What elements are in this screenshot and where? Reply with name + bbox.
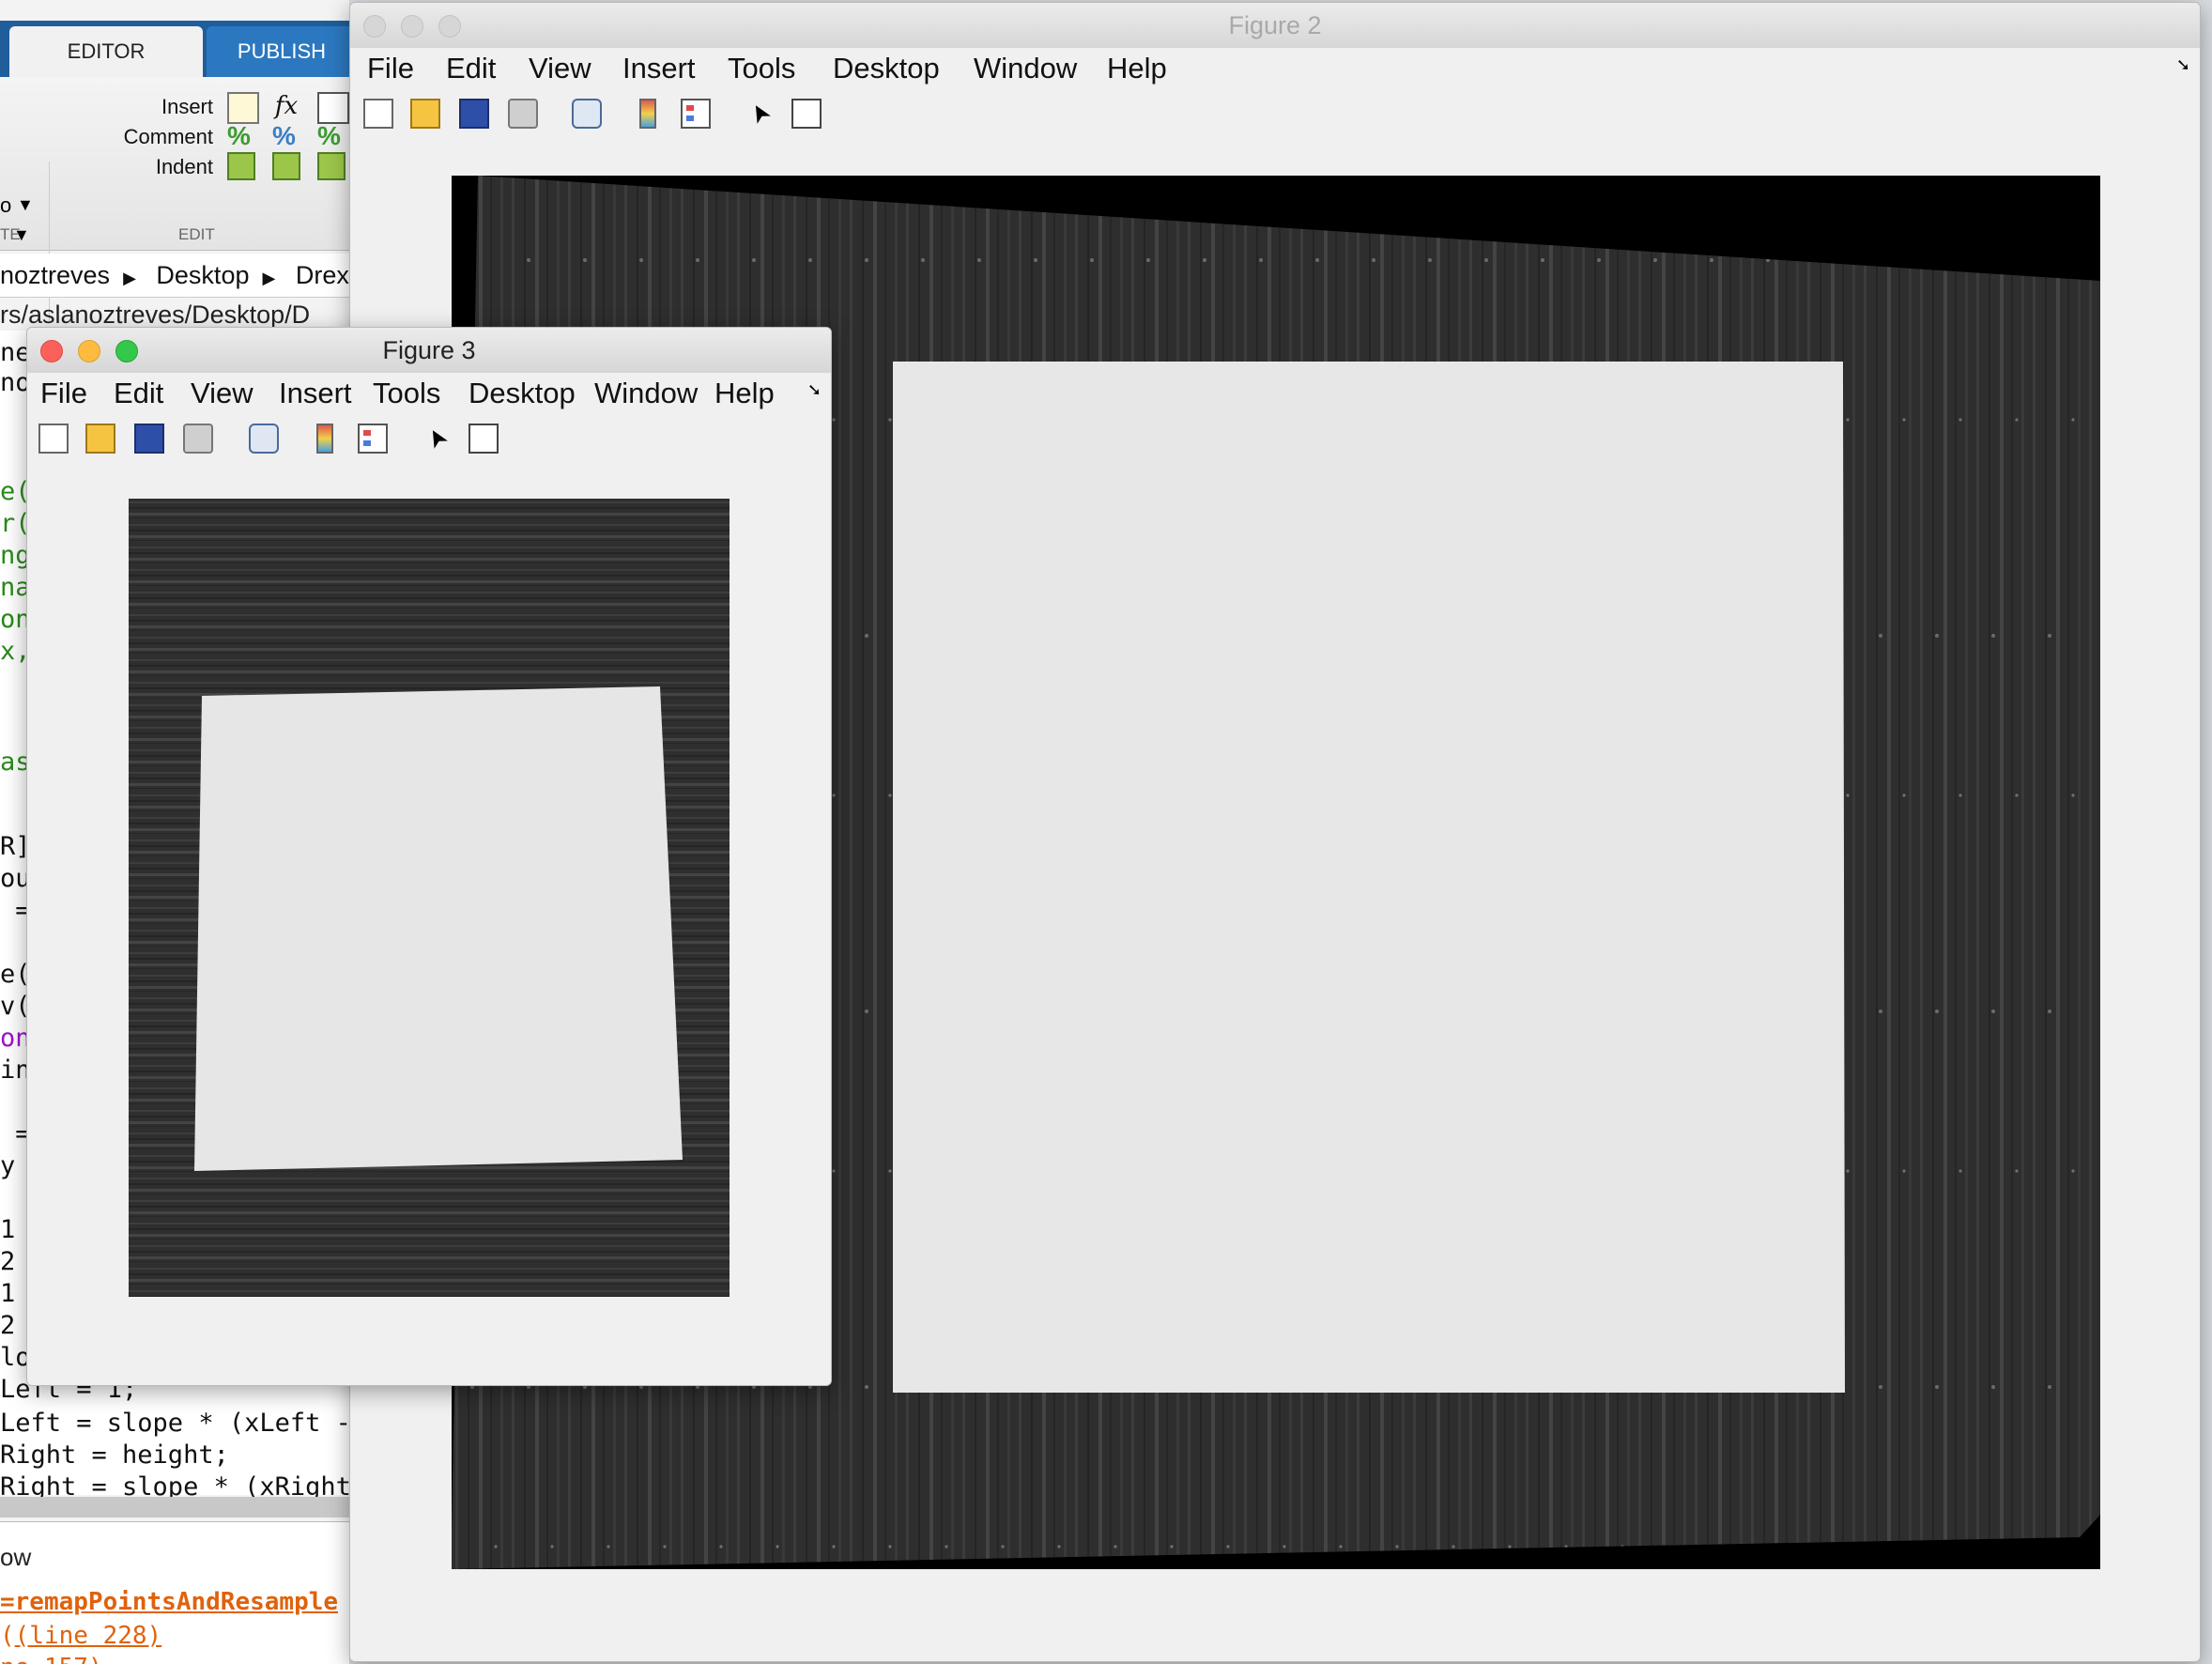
print-icon[interactable] [508, 99, 538, 129]
title-bar[interactable]: Figure 3 [27, 328, 831, 374]
uncomment-icon[interactable]: % [272, 122, 300, 150]
fx-icon[interactable]: fx [272, 92, 300, 120]
file-path: rs/aslanoztreves/Desktop/D [0, 300, 311, 329]
property-inspector-icon[interactable] [469, 424, 499, 454]
figure-toolbar: ➤ [350, 89, 2200, 141]
tab-publish[interactable]: PUBLISH [207, 26, 349, 77]
menu-window[interactable]: Window [594, 373, 698, 414]
save-icon[interactable] [134, 424, 164, 454]
edit-plot-icon[interactable]: ➤ [739, 93, 780, 134]
window-title: Figure 3 [382, 336, 476, 364]
menu-desktop[interactable]: Desktop [833, 48, 940, 89]
ribbon-group-edit-label: EDIT [178, 225, 215, 243]
paper-sheet [893, 362, 1845, 1393]
menu-bar: ➘ File Edit View Insert Tools Desktop Window He… [350, 48, 2200, 89]
figure-3-window: Figure 3 ➘ File Edit View Insert Tools Deskto… [26, 327, 832, 1386]
breadcrumb: noztreves ▶ Desktop ▶ Drex [0, 254, 349, 298]
menu-bar: ➘ File Edit View Insert Tools Desktop Window He… [27, 373, 831, 414]
new-figure-icon[interactable] [38, 424, 69, 454]
command-window[interactable]: ow =remapPointsAndResample ((line 228) n… [0, 1521, 349, 1664]
ribbon-group-left-label: TE [0, 225, 21, 243]
print-icon[interactable] [183, 424, 213, 454]
error-line-link[interactable]: ne 157) [0, 1654, 103, 1664]
breadcrumb-item[interactable]: noztreves [0, 261, 110, 289]
property-inspector-icon[interactable] [791, 99, 822, 129]
open-file-icon[interactable] [85, 424, 115, 454]
open-file-icon[interactable] [410, 99, 440, 129]
breadcrumb-item[interactable]: Desktop [156, 261, 249, 289]
menu-edit[interactable]: Edit [446, 48, 496, 89]
indent-label: Indent [155, 155, 213, 178]
chevron-down-icon[interactable]: ▼ [17, 195, 34, 215]
menu-help[interactable]: Help [714, 373, 775, 414]
title-bar[interactable]: Figure 2 [350, 3, 2200, 49]
menu-insert[interactable]: Insert [622, 48, 696, 89]
edit-plot-icon[interactable]: ➤ [416, 418, 457, 459]
command-window-title: ow [0, 1543, 32, 1571]
menu-tools[interactable]: Tools [728, 48, 795, 89]
chevron-right-icon[interactable]: ▶ [123, 269, 136, 287]
menu-file[interactable]: File [40, 373, 87, 414]
insert-colorbar-icon[interactable] [639, 99, 656, 129]
breadcrumb-item[interactable]: Drex [296, 261, 349, 289]
increase-indent-icon[interactable] [272, 152, 300, 180]
error-line-text[interactable]: (line 228) [15, 1622, 162, 1650]
link-plot-icon[interactable] [249, 424, 279, 454]
insert-legend-icon[interactable] [681, 99, 711, 129]
code-line[interactable]: Right = height; [0, 1441, 229, 1470]
dock-arrow-icon[interactable]: ➘ [807, 380, 822, 400]
original-image-axes[interactable] [129, 499, 730, 1297]
menu-window[interactable]: Window [974, 48, 1077, 89]
menu-view[interactable]: View [529, 48, 591, 89]
indent-icons [227, 152, 349, 182]
ribbon: o ▼ ▼ Insert fx ▼ Comment % % % Indent [0, 77, 349, 321]
menu-file[interactable]: File [367, 48, 414, 89]
horizontal-scrollbar[interactable] [0, 1497, 349, 1518]
wrap-comments-icon[interactable]: % [317, 122, 346, 150]
menu-edit[interactable]: Edit [114, 373, 163, 414]
tab-editor[interactable]: EDITOR [9, 26, 203, 77]
menu-tools[interactable]: Tools [373, 373, 440, 414]
decrease-indent-icon[interactable] [317, 152, 346, 180]
window-title: Figure 2 [1228, 11, 1322, 39]
comment-icon[interactable]: % [227, 122, 255, 150]
menu-insert[interactable]: Insert [279, 373, 352, 414]
dock-arrow-icon[interactable]: ➘ [2176, 55, 2190, 75]
error-line-link[interactable]: ((line 228) [0, 1622, 161, 1650]
error-function-link[interactable]: =remapPointsAndResample [0, 1588, 338, 1616]
ribbon-tabbar: EDITOR PUBLISH [0, 21, 349, 77]
insert-colorbar-icon[interactable] [316, 424, 333, 454]
figure-canvas [27, 465, 831, 1385]
figure-toolbar: ➤ [27, 414, 831, 466]
menu-desktop[interactable]: Desktop [469, 373, 576, 414]
smart-indent-icon[interactable] [227, 152, 255, 180]
ribbon-row-indent[interactable]: Indent [49, 148, 349, 186]
code-line[interactable]: Left = slope * (xLeft - [0, 1409, 349, 1438]
menu-view[interactable]: View [191, 373, 253, 414]
insert-legend-icon[interactable] [358, 424, 388, 454]
menu-help[interactable]: Help [1107, 48, 1167, 89]
new-figure-icon[interactable] [363, 99, 393, 129]
paper-sheet [194, 686, 683, 1171]
link-plot-icon[interactable] [572, 99, 602, 129]
save-icon[interactable] [459, 99, 489, 129]
ribbon-left-text: o [0, 193, 12, 217]
chevron-right-icon[interactable]: ▶ [262, 269, 275, 287]
